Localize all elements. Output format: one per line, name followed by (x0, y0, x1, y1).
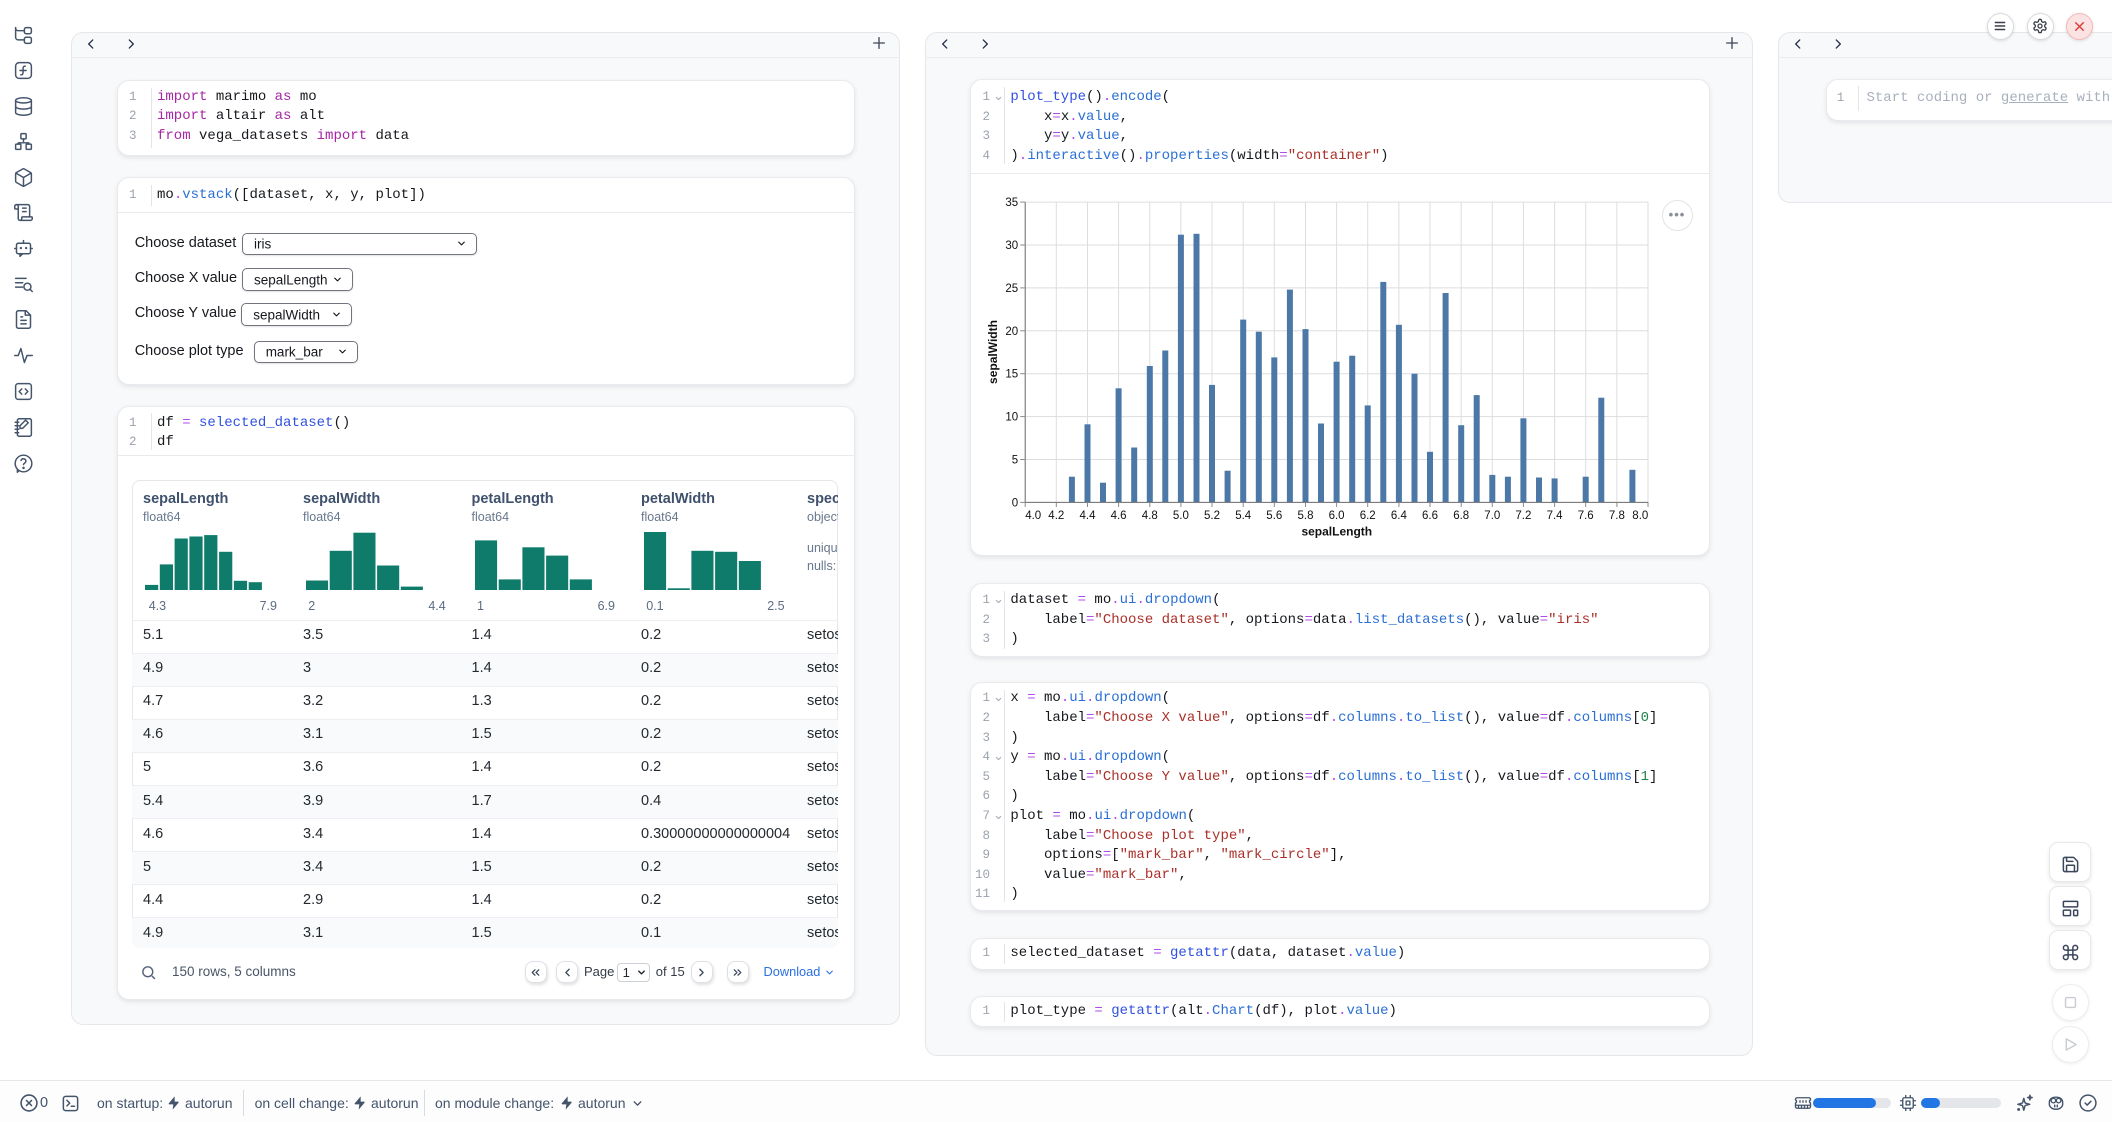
svg-text:25: 25 (1005, 283, 1018, 295)
svg-text:5.6: 5.6 (1266, 510, 1282, 522)
svg-text:5.2: 5.2 (1204, 510, 1220, 522)
svg-text:sepalWidth: sepalWidth (986, 320, 1000, 384)
svg-text:5.0: 5.0 (1173, 510, 1189, 522)
svg-text:35: 35 (1005, 197, 1018, 209)
svg-text:15: 15 (1005, 369, 1018, 381)
svg-text:5.8: 5.8 (1298, 510, 1314, 522)
svg-text:5.4: 5.4 (1235, 510, 1252, 522)
svg-text:4.0: 4.0 (1025, 510, 1041, 522)
svg-text:7.0: 7.0 (1484, 510, 1500, 522)
svg-text:7.8: 7.8 (1609, 510, 1625, 522)
svg-text:6.0: 6.0 (1329, 510, 1345, 522)
svg-text:4.4: 4.4 (1080, 510, 1097, 522)
svg-text:8.0: 8.0 (1632, 510, 1648, 522)
svg-text:4.2: 4.2 (1048, 510, 1064, 522)
svg-text:7.2: 7.2 (1515, 510, 1531, 522)
svg-text:sepalLength: sepalLength (1301, 525, 1372, 539)
svg-text:10: 10 (1005, 412, 1018, 424)
svg-text:20: 20 (1005, 326, 1018, 338)
svg-text:4.8: 4.8 (1142, 510, 1158, 522)
svg-text:6.2: 6.2 (1360, 510, 1376, 522)
svg-text:6.6: 6.6 (1422, 510, 1438, 522)
svg-text:5: 5 (1012, 455, 1018, 467)
svg-text:7.4: 7.4 (1547, 510, 1564, 522)
svg-text:30: 30 (1005, 240, 1018, 252)
svg-text:6.8: 6.8 (1453, 510, 1469, 522)
svg-text:7.6: 7.6 (1578, 510, 1594, 522)
svg-text:6.4: 6.4 (1391, 510, 1408, 522)
svg-text:0: 0 (1012, 497, 1018, 509)
svg-text:4.6: 4.6 (1111, 510, 1127, 522)
